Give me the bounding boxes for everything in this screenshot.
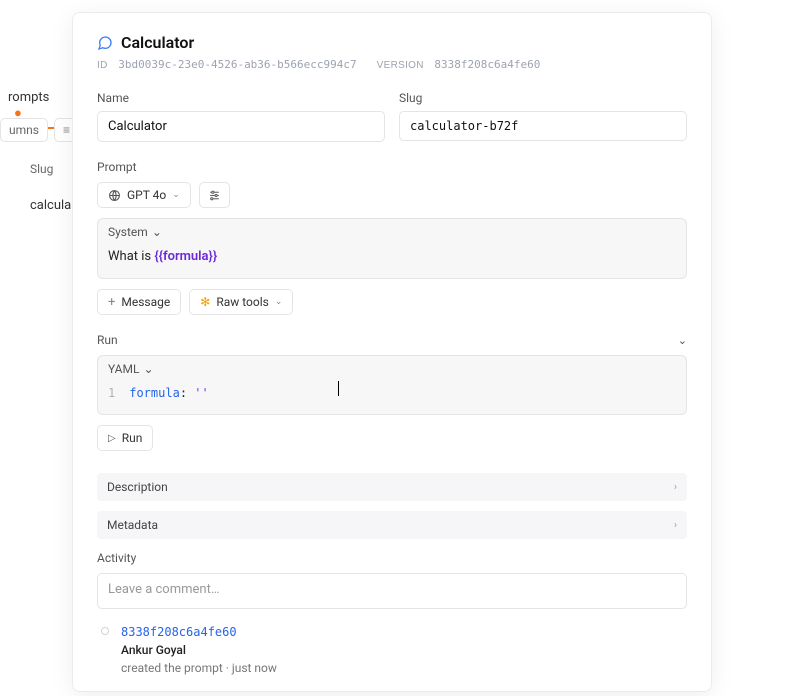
- yaml-label: YAML: [108, 362, 139, 376]
- system-prompt-text[interactable]: What is {{formula}}: [98, 245, 686, 278]
- run-actions: ▷ Run: [97, 425, 687, 451]
- slug-input[interactable]: [399, 111, 687, 141]
- sliders-icon: [208, 189, 221, 202]
- meta-row: ID 3bd0039c-23e0-4526-ab36-b566ecc994c7 …: [97, 58, 687, 71]
- slug-label: Slug: [399, 91, 687, 105]
- prompt-section-label: Prompt: [97, 160, 687, 174]
- prompt-prefix: What is: [108, 249, 154, 264]
- model-select[interactable]: GPT 4o ⌄: [97, 182, 191, 208]
- version-label: VERSION: [377, 60, 424, 71]
- comment-placeholder: Leave a comment…: [108, 582, 220, 597]
- metadata-label: Metadata: [107, 518, 158, 532]
- activity-description: created the prompt · just now: [121, 659, 277, 677]
- title-row: Calculator: [97, 33, 687, 52]
- activity-item: 8338f208c6a4fe60 Ankur Goyal created the…: [97, 623, 687, 677]
- input-format-select[interactable]: YAML ⌄: [98, 356, 686, 382]
- slug-field: Slug: [399, 91, 687, 142]
- prompt-actions-row: + Message ✻ Raw tools ⌄: [97, 289, 687, 315]
- tab-label: rompts: [8, 90, 49, 105]
- chevron-down-icon: ⌄: [143, 362, 153, 376]
- model-settings-button[interactable]: [199, 182, 230, 208]
- filter-icon: ≡: [63, 123, 70, 137]
- activity-body: 8338f208c6a4fe60 Ankur Goyal created the…: [121, 623, 277, 677]
- plus-icon: +: [108, 296, 115, 309]
- id-label: ID: [97, 60, 108, 71]
- background-left: rompts ● umns ≡Fi Slug calcula: [0, 0, 72, 696]
- add-message-label: Message: [121, 295, 170, 309]
- id-block: ID 3bd0039c-23e0-4526-ab36-b566ecc994c7: [97, 58, 357, 71]
- add-message-button[interactable]: + Message: [97, 289, 181, 315]
- chevron-right-icon: ›: [674, 482, 677, 493]
- columns-chip[interactable]: umns: [0, 118, 48, 142]
- name-label: Name: [97, 91, 385, 105]
- system-role-label: System: [108, 225, 148, 239]
- model-row: GPT 4o ⌄: [97, 182, 687, 208]
- run-input-card: YAML ⌄ 1 formula: '': [97, 355, 687, 415]
- comment-input[interactable]: Leave a comment…: [97, 573, 687, 609]
- name-field: Name: [97, 91, 385, 142]
- chat-icon: [97, 35, 113, 51]
- version-block: VERSION 8338f208c6a4fe60: [377, 58, 541, 71]
- gear-icon: ✻: [200, 295, 210, 309]
- table-row-slug[interactable]: calcula: [30, 198, 71, 213]
- name-slug-row: Name Slug: [97, 91, 687, 142]
- version-value: 8338f208c6a4fe60: [434, 58, 540, 71]
- run-label: Run: [97, 333, 118, 347]
- chevron-down-icon: ⌄: [152, 225, 162, 239]
- id-value: 3bd0039c-23e0-4526-ab36-b566ecc994c7: [118, 58, 356, 71]
- activity-version-link[interactable]: 8338f208c6a4fe60: [121, 623, 277, 641]
- line-number: 1: [108, 386, 115, 400]
- chevron-down-icon: ⌄: [172, 190, 180, 200]
- name-input[interactable]: [97, 111, 385, 142]
- chevron-down-icon: ⌄: [275, 297, 283, 307]
- model-icon: [108, 189, 121, 202]
- chevron-right-icon: ›: [674, 520, 677, 531]
- yaml-editor[interactable]: 1 formula: '': [98, 382, 686, 414]
- yaml-value: '': [194, 386, 208, 400]
- page-title: Calculator: [121, 33, 194, 52]
- description-section[interactable]: Description ›: [97, 473, 687, 501]
- filter-chip[interactable]: ≡Fi: [54, 118, 72, 142]
- description-label: Description: [107, 480, 168, 494]
- activity-user: Ankur Goyal: [121, 641, 277, 659]
- prompt-variable: {{formula}}: [154, 249, 217, 264]
- system-role-select[interactable]: System ⌄: [98, 219, 686, 245]
- raw-tools-label: Raw tools: [216, 295, 269, 309]
- yaml-colon: :: [180, 386, 194, 400]
- run-button-label: Run: [122, 431, 143, 445]
- prompt-detail-panel: Calculator ID 3bd0039c-23e0-4526-ab36-b5…: [72, 12, 712, 692]
- run-button[interactable]: ▷ Run: [97, 425, 153, 451]
- play-icon: ▷: [108, 433, 116, 444]
- system-prompt-card: System ⌄ What is {{formula}}: [97, 218, 687, 279]
- metadata-section[interactable]: Metadata ›: [97, 511, 687, 539]
- activity-label: Activity: [97, 551, 687, 565]
- yaml-key: formula: [129, 386, 180, 400]
- table-col-slug: Slug: [30, 162, 53, 176]
- model-name: GPT 4o: [127, 188, 166, 202]
- run-section-header: Run ⌄: [97, 333, 687, 347]
- background-controls: umns ≡Fi: [0, 118, 72, 142]
- raw-tools-button[interactable]: ✻ Raw tools ⌄: [189, 289, 293, 315]
- chevron-down-icon[interactable]: ⌄: [678, 334, 687, 347]
- activity-dot-icon: [101, 627, 109, 635]
- text-cursor: [338, 381, 339, 396]
